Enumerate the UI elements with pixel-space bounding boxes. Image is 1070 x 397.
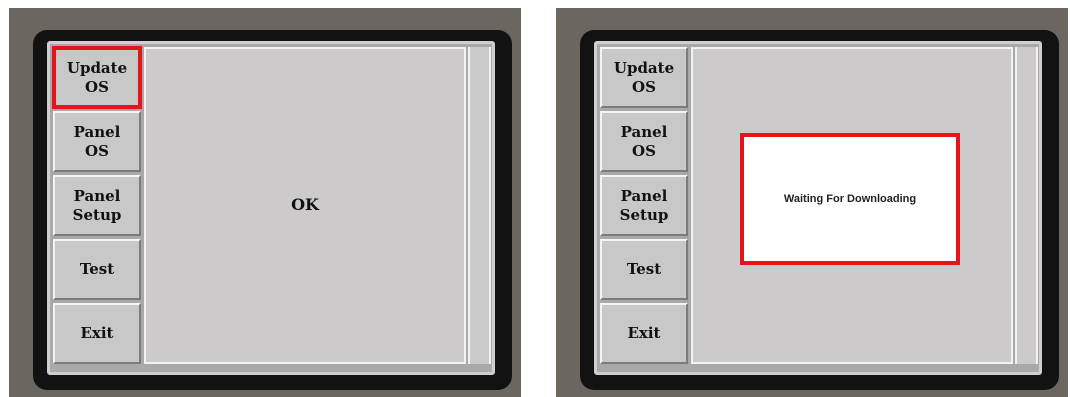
touch-screen: Update OS Panel OS Panel Setup Test Exit… (594, 41, 1042, 375)
content-panel-edge (468, 47, 491, 364)
test-button[interactable]: Test (600, 239, 688, 300)
exit-button[interactable]: Exit (600, 303, 688, 364)
exit-button[interactable]: Exit (53, 303, 141, 364)
update-os-button[interactable]: Update OS (52, 46, 142, 109)
device-bezel: Update OS Panel OS Panel Setup Test Exit… (33, 30, 512, 390)
test-button[interactable]: Test (53, 239, 141, 300)
panel-os-button[interactable]: Panel OS (600, 111, 688, 172)
panel-setup-button[interactable]: Panel Setup (600, 175, 688, 236)
update-os-button[interactable]: Update OS (600, 47, 688, 108)
device-left: Update OS Panel OS Panel Setup Test Exit… (9, 8, 521, 397)
content-panel: Waiting For Downloading (691, 47, 1013, 364)
content-panel: OK (144, 47, 466, 364)
status-text: OK (291, 195, 319, 214)
dialog-message: Waiting For Downloading (783, 193, 917, 205)
panel-os-button[interactable]: Panel OS (53, 111, 141, 172)
content-panel-edge (1015, 47, 1038, 364)
panel-setup-button[interactable]: Panel Setup (53, 175, 141, 236)
download-dialog: Waiting For Downloading (740, 133, 960, 265)
touch-screen: Update OS Panel OS Panel Setup Test Exit… (47, 41, 495, 375)
device-bezel: Update OS Panel OS Panel Setup Test Exit… (580, 30, 1059, 390)
device-right: Update OS Panel OS Panel Setup Test Exit… (556, 8, 1068, 397)
